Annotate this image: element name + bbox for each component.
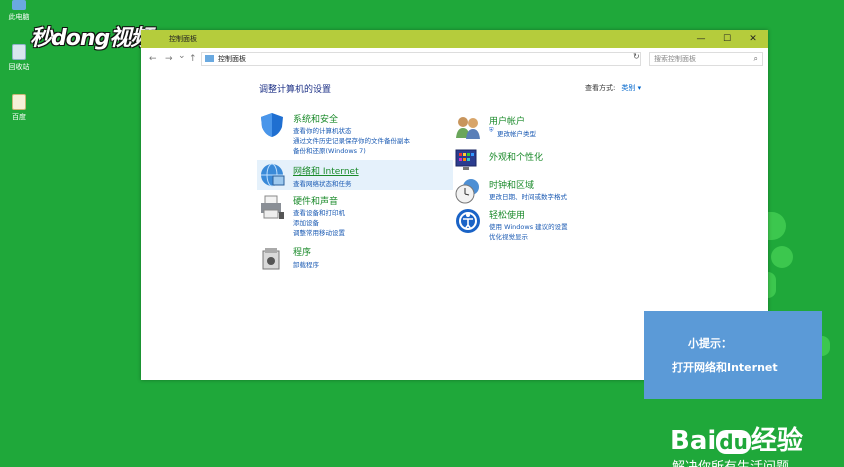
decor-circle [768, 212, 786, 240]
decor-circle [768, 272, 776, 298]
up-button[interactable]: ↑ [189, 54, 197, 64]
category-link[interactable]: 通过文件历史记录保存你的文件备份副本 [293, 135, 410, 145]
tip-title: 小提示： [688, 337, 732, 350]
category-link[interactable]: 查看设备和打印机 [293, 207, 345, 217]
category-link[interactable]: 更改日期、时间或数字格式 [489, 191, 567, 201]
category-hardware-sound[interactable]: 硬件和声音 查看设备和打印机 添加设备 调整常用移动设置 [259, 194, 449, 240]
category-programs[interactable]: 程序 卸载程序 [259, 245, 449, 275]
category-link[interactable]: 卸载程序 [293, 259, 319, 269]
shield-icon: ⛨ [489, 127, 494, 134]
file-icon [12, 94, 26, 110]
category-link[interactable]: 使用 Windows 建议的设置 [489, 221, 568, 231]
category-system-security[interactable]: 系统和安全 查看你的计算机状态 通过文件历史记录保存你的文件备份副本 备份和还原… [259, 112, 449, 158]
tip-box: 小提示： 打开网络和Internet [644, 311, 822, 399]
window-title: 控制面板 [169, 35, 197, 43]
minimize-button[interactable]: — [688, 32, 714, 46]
decor-circle [822, 336, 830, 356]
address-bar: ← → ⌄ ↑ 控制面板 ↻ 搜索控制面板 ⌕ [141, 48, 768, 70]
address-path[interactable]: 控制面板 [201, 52, 641, 66]
breadcrumb[interactable]: 控制面板 [218, 55, 246, 63]
search-icon[interactable]: ⌕ [754, 53, 758, 65]
network-globe-icon [261, 163, 285, 187]
programs-icon [262, 248, 280, 270]
category-name[interactable]: 时钟和区域 [489, 178, 534, 191]
printer-icon [261, 195, 284, 219]
appearance-icon [455, 149, 477, 170]
category-network-internet[interactable]: 网络和 Internet 查看网络状态和任务 [257, 160, 453, 190]
category-name[interactable]: 系统和安全 [293, 112, 338, 125]
control-panel-icon [205, 55, 214, 62]
video-watermark: 秒dong视频 [30, 26, 152, 51]
category-link[interactable]: 查看网络状态和任务 [293, 178, 352, 188]
desktop-icon-label: 百度 [12, 113, 26, 121]
category-link[interactable]: 添加设备 [293, 217, 319, 227]
view-by-label: 查看方式: [585, 84, 616, 92]
refresh-button[interactable]: ↻ [633, 52, 640, 61]
view-by-dropdown[interactable]: 类别 ▾ [621, 84, 641, 92]
category-clock-region[interactable]: 时钟和区域 更改日期、时间或数字格式 [455, 178, 645, 206]
forward-button[interactable]: → [165, 54, 173, 64]
category-appearance[interactable]: 外观和个性化 [455, 146, 645, 174]
category-name[interactable]: 程序 [293, 245, 311, 258]
page-title: 调整计算机的设置 [259, 85, 332, 95]
desktop-icon-this-pc[interactable]: 此电脑 [4, 0, 34, 22]
clock-globe-icon [455, 179, 479, 204]
ease-of-access-icon [456, 209, 480, 233]
category-link[interactable]: 调整常用移动设置 [293, 227, 345, 237]
computer-icon [12, 0, 26, 10]
title-bar[interactable]: 控制面板 — ☐ ✕ [141, 30, 768, 48]
category-user-accounts[interactable]: 用户帐户 ⛨ 更改帐户类型 [455, 114, 645, 142]
close-button[interactable]: ✕ [740, 32, 766, 46]
category-link[interactable]: 优化视觉显示 [489, 231, 528, 241]
shield-icon [261, 113, 283, 137]
brand-slogan: 解决你所有生活问题 [672, 456, 789, 467]
search-input[interactable]: 搜索控制面板 ⌕ [649, 52, 763, 66]
paw-logo-text: du [716, 430, 751, 454]
decor-circle [771, 246, 793, 268]
view-by: 查看方式: 类别 ▾ [585, 83, 641, 93]
maximize-button[interactable]: ☐ [714, 32, 740, 46]
back-button[interactable]: ← [149, 54, 157, 64]
category-link[interactable]: 查看你的计算机状态 [293, 125, 352, 135]
category-link[interactable]: 更改帐户类型 [497, 128, 536, 138]
category-name[interactable]: 外观和个性化 [489, 150, 543, 163]
search-placeholder: 搜索控制面板 [654, 55, 696, 63]
baidu-jingyan-logo: Bai du 经验 [670, 426, 803, 456]
tip-text: 打开网络和Internet [672, 361, 778, 374]
category-name[interactable]: 轻松使用 [489, 208, 525, 221]
category-ease-of-access[interactable]: 轻松使用 使用 Windows 建议的设置 优化视觉显示 [455, 208, 645, 244]
category-name[interactable]: 网络和 Internet [293, 164, 359, 177]
users-icon [456, 117, 480, 139]
recent-dropdown-button[interactable]: ⌄ [178, 51, 186, 61]
recycle-bin-icon [12, 44, 26, 60]
category-name[interactable]: 用户帐户 [489, 114, 525, 127]
desktop-icon-label: 回收站 [8, 63, 30, 71]
category-name[interactable]: 硬件和声音 [293, 194, 338, 207]
category-link[interactable]: 备份和还原(Windows 7) [293, 145, 366, 155]
desktop-icon-baidu[interactable]: 百度 [4, 94, 34, 122]
